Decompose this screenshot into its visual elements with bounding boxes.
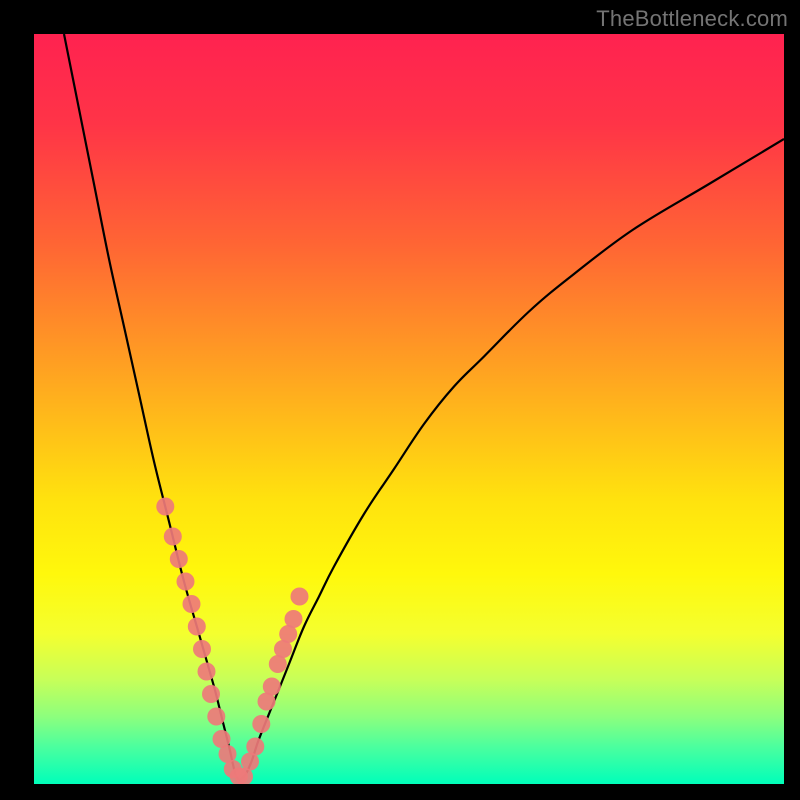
chart-frame: TheBottleneck.com [0,0,800,800]
watermark-text: TheBottleneck.com [596,6,788,32]
plot-area [34,34,784,784]
background-gradient [34,34,784,784]
